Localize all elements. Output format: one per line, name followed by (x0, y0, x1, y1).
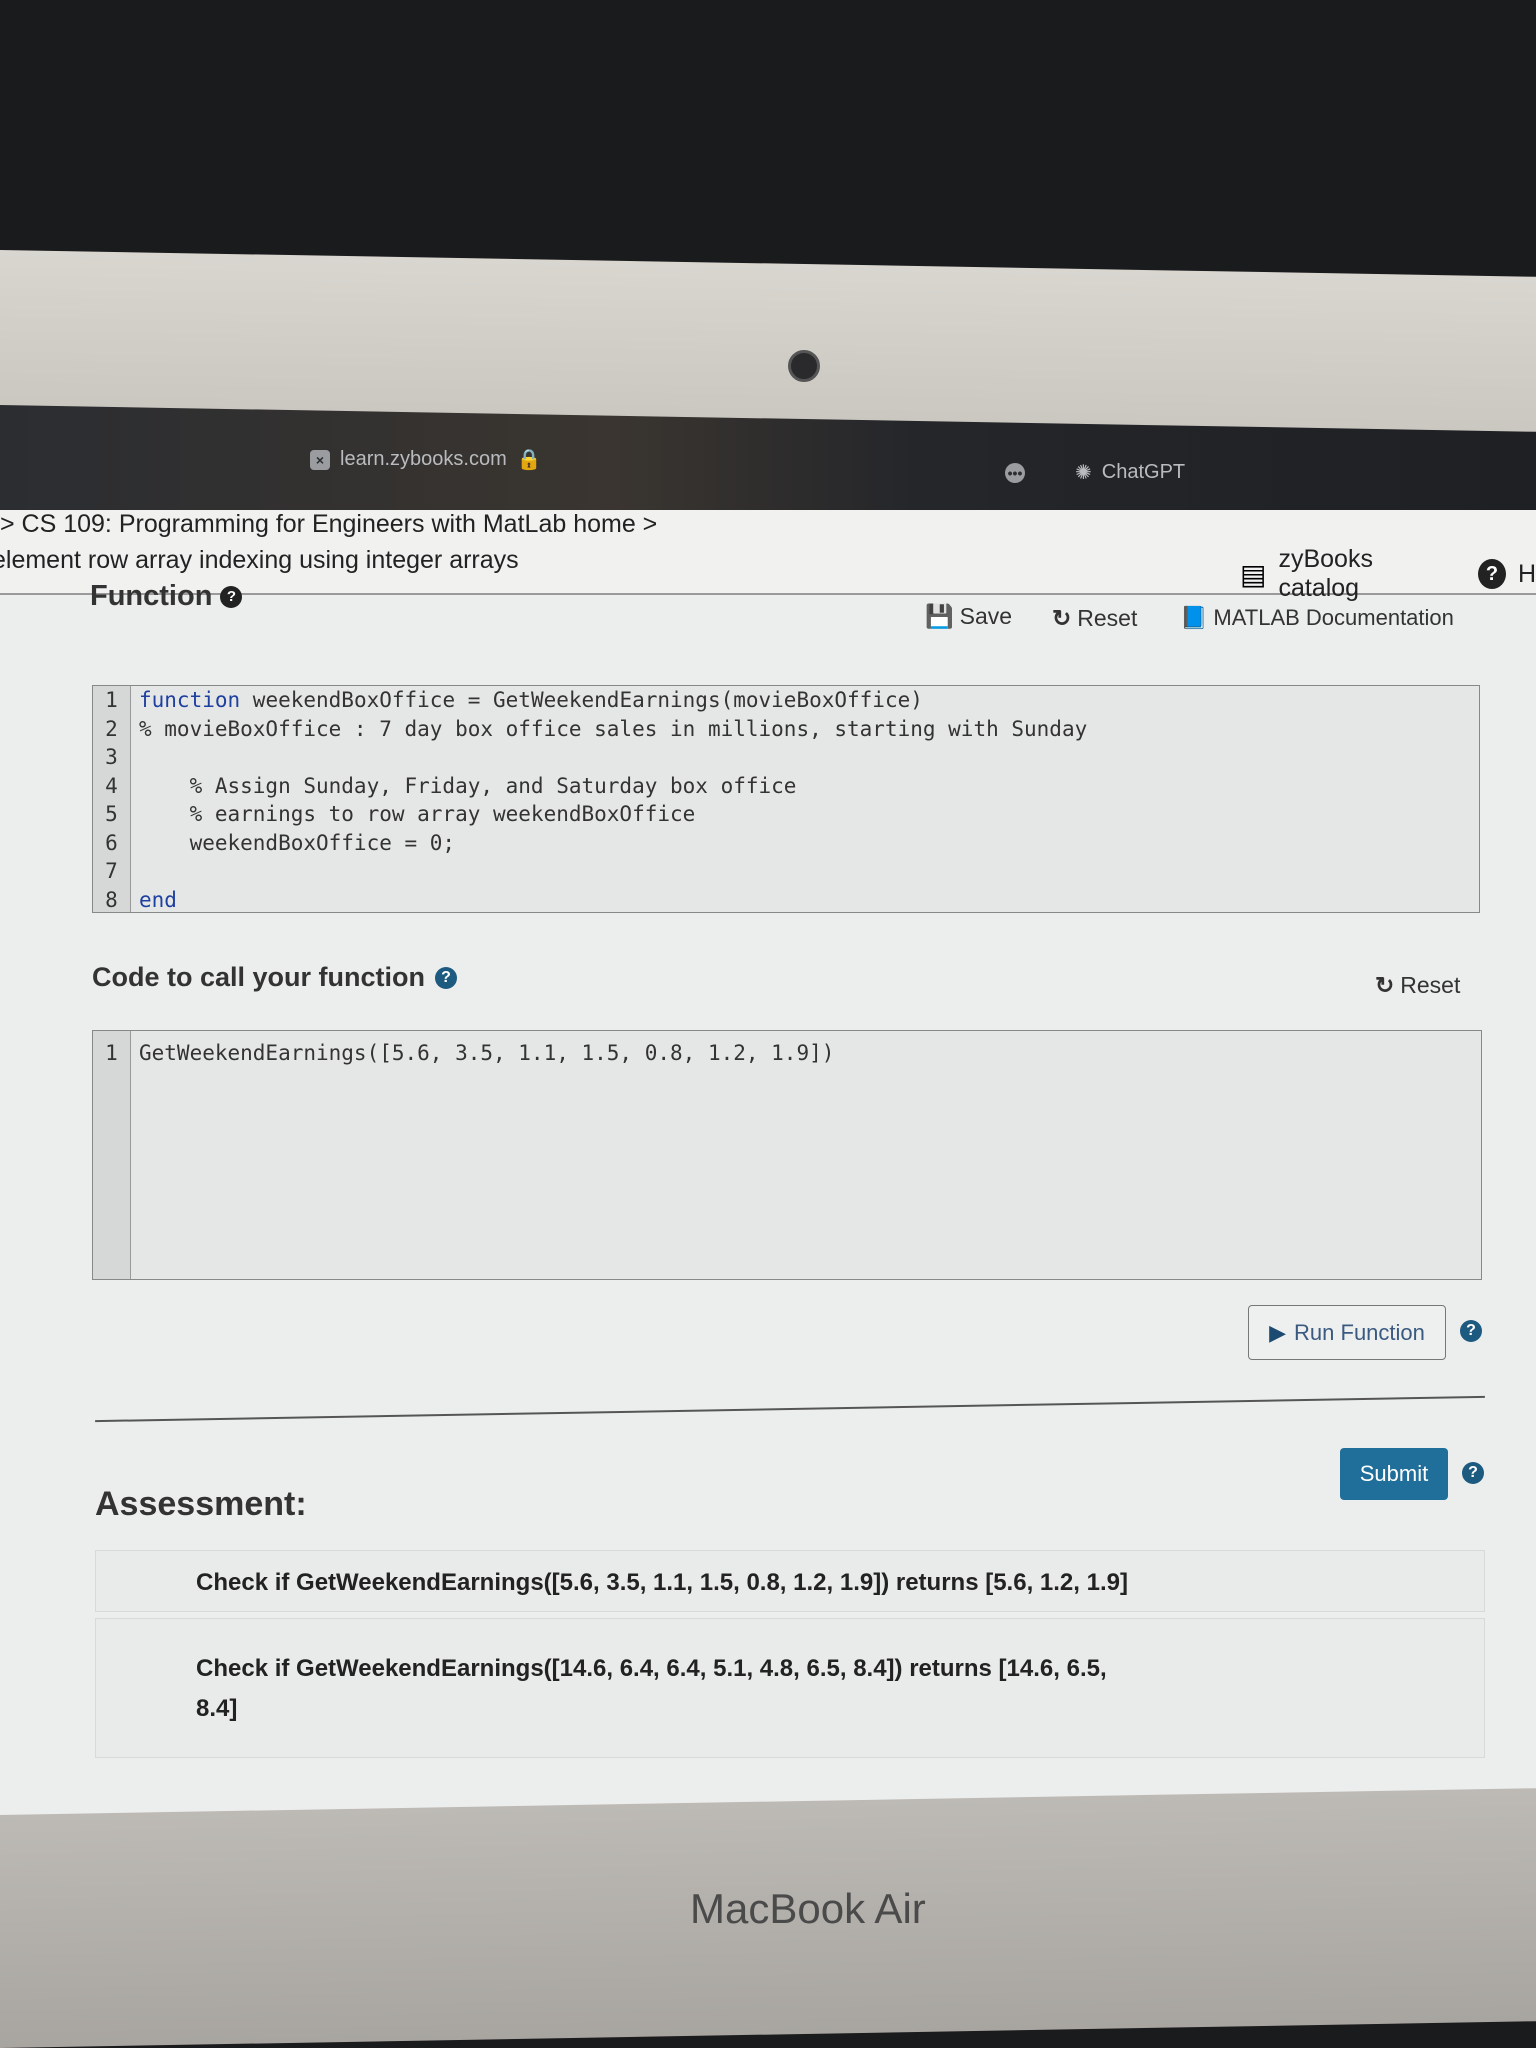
function-heading: Function ? (90, 580, 243, 613)
webcam-icon (788, 350, 820, 382)
code-line[interactable] (139, 743, 1087, 772)
save-button[interactable]: 💾 Save (925, 603, 1012, 630)
tab-title: ChatGPT (1101, 461, 1186, 483)
catalog-icon: ▤ (1240, 558, 1267, 590)
breadcrumb[interactable]: > CS 109: Programming for Engineers with… (0, 510, 657, 539)
assessment-check: Check if GetWeekendEarnings([14.6, 6.4, … (95, 1618, 1485, 1758)
call-title: Code to call your function (92, 962, 426, 992)
save-label: Save (959, 603, 1013, 629)
play-icon: ▶ (1269, 1319, 1287, 1345)
code-line[interactable]: function weekendBoxOffice = GetWeekendEa… (139, 686, 1087, 715)
book-icon: 📘 (1180, 605, 1208, 630)
save-icon: 💾 (925, 603, 954, 629)
code-lines[interactable]: GetWeekendEarnings([5.6, 3.5, 1.1, 1.5, … (131, 1031, 834, 1279)
help-icon[interactable]: ? (1460, 1320, 1482, 1342)
reset-button[interactable]: ↻ Reset (1052, 605, 1137, 632)
keyword: function (139, 688, 241, 712)
help-icon[interactable]: ? (1462, 1462, 1484, 1484)
call-reset-button[interactable]: ↻ Reset (1375, 972, 1460, 999)
code-line[interactable]: GetWeekendEarnings([5.6, 3.5, 1.1, 1.5, … (139, 1039, 834, 1068)
function-code-editor[interactable]: 12345678 function weekendBoxOffice = Get… (92, 685, 1480, 913)
chatgpt-icon: ✺ (1075, 462, 1092, 484)
browser-tab-zybooks[interactable]: × learn.zybooks.com 🔒 (310, 447, 542, 472)
reset-label: Reset (1400, 972, 1461, 998)
code-line[interactable]: % movieBoxOffice : 7 day box office sale… (139, 715, 1087, 744)
code-line[interactable]: weekendBoxOffice = 0; (139, 829, 1087, 858)
help-icon[interactable]: ? (435, 966, 458, 989)
call-heading: Code to call your function ? (92, 962, 458, 993)
reset-icon: ↻ (1052, 605, 1072, 631)
code-lines[interactable]: function weekendBoxOffice = GetWeekendEa… (131, 686, 1087, 912)
help-icon[interactable]: ? (220, 585, 243, 608)
help-label[interactable]: H (1518, 560, 1536, 589)
function-title: Function (90, 580, 213, 612)
close-tab-icon[interactable]: × (310, 449, 330, 470)
assessment-check: Check if GetWeekendEarnings([5.6, 3.5, 1… (95, 1550, 1485, 1612)
reset-icon: ↻ (1375, 972, 1395, 998)
zybooks-catalog-link[interactable]: ▤ zyBooks catalog ? H (1240, 545, 1536, 603)
code-line[interactable]: end (139, 886, 1087, 915)
code-line[interactable] (139, 857, 1087, 886)
run-label: Run Function (1294, 1319, 1425, 1345)
help-icon[interactable]: ? (1478, 559, 1506, 589)
docs-label: MATLAB Documentation (1213, 605, 1454, 630)
matlab-docs-link[interactable]: 📘 MATLAB Documentation (1180, 605, 1454, 631)
code-line[interactable]: % earnings to row array weekendBoxOffice (139, 800, 1087, 829)
lock-icon: 🔒 (516, 449, 542, 471)
reset-label: Reset (1077, 605, 1138, 631)
url-text: learn.zybooks.com (340, 448, 507, 470)
browser-tab-chatgpt[interactable]: ••• ✺ ChatGPT (1005, 460, 1185, 485)
call-code-editor[interactable]: 1 GetWeekendEarnings([5.6, 3.5, 1.1, 1.5… (92, 1030, 1482, 1280)
submit-button[interactable]: Submit (1340, 1448, 1448, 1500)
run-function-button[interactable]: ▶ Run Function (1248, 1305, 1446, 1360)
code-line[interactable]: % Assign Sunday, Friday, and Saturday bo… (139, 772, 1087, 801)
line-numbers: 1 (93, 1031, 131, 1279)
device-label: MacBook Air (690, 1885, 926, 1932)
breadcrumb-section: element row array indexing using integer… (0, 546, 519, 574)
line-numbers: 12345678 (93, 686, 131, 912)
more-icon[interactable]: ••• (1005, 462, 1025, 483)
catalog-label: zyBooks catalog (1278, 545, 1373, 602)
assessment-title: Assessment: (95, 1485, 307, 1523)
